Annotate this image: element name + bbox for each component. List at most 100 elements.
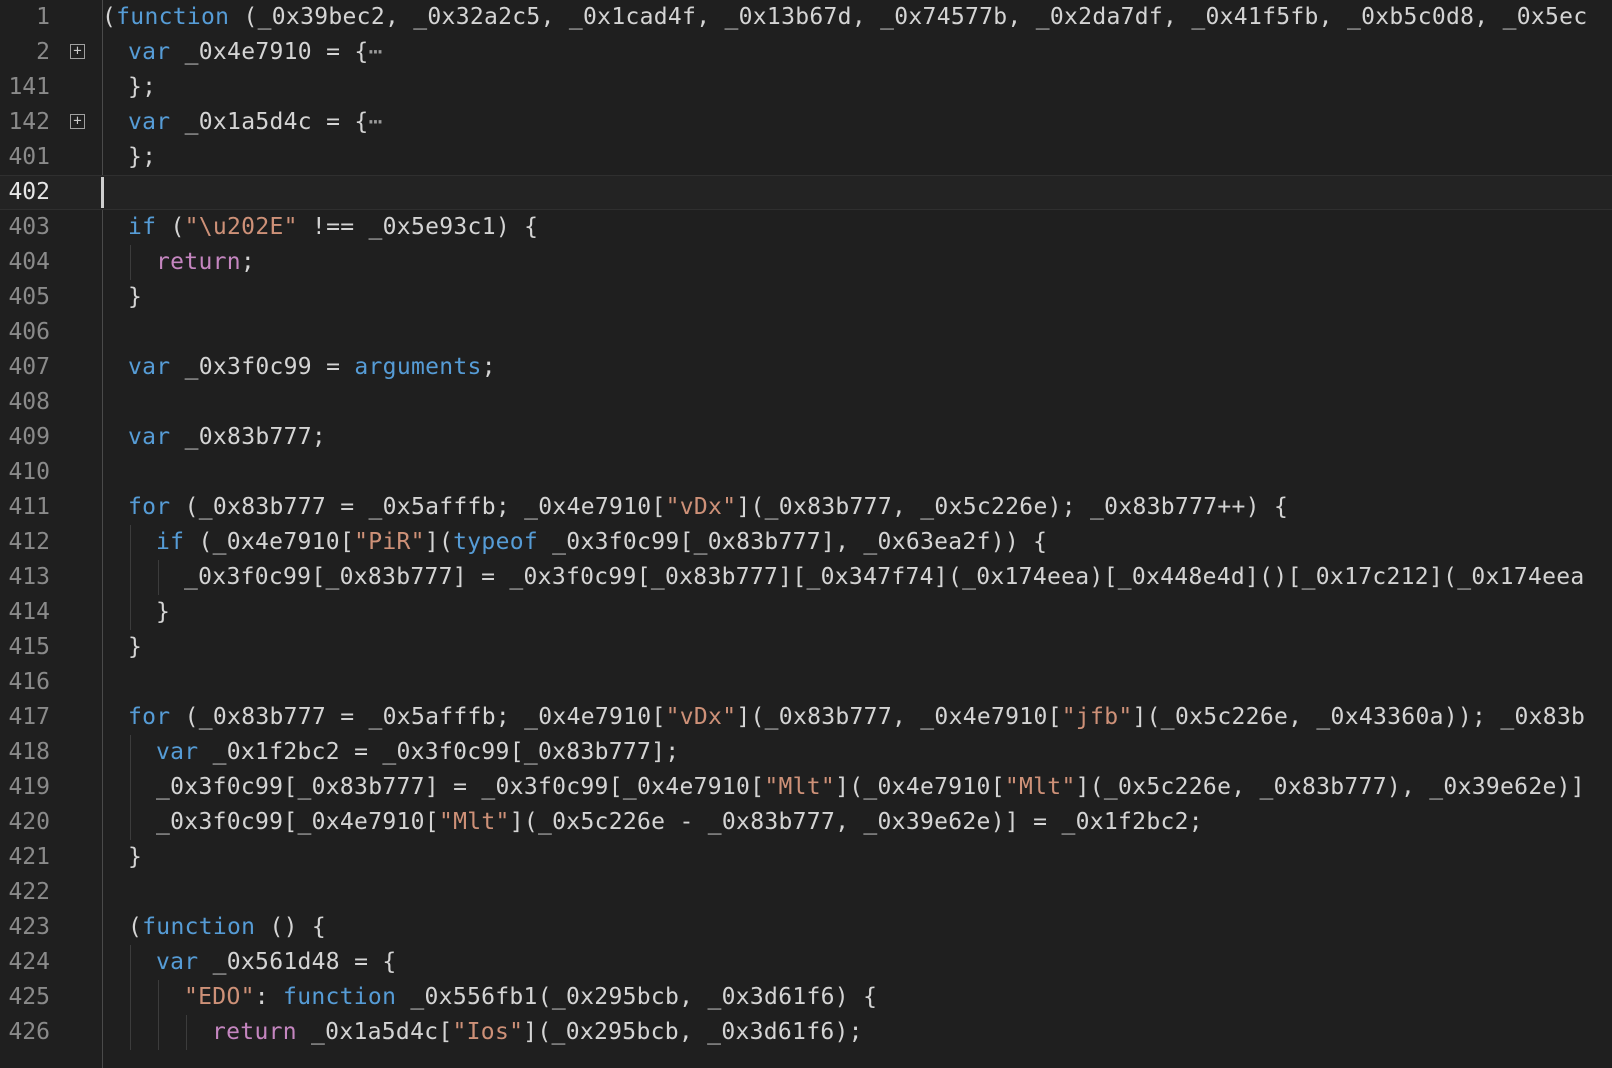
code-token: "PiR" [354,529,425,555]
code-line[interactable]: 422 [0,875,1612,910]
line-number: 2 [36,39,50,65]
code-text[interactable]: return _0x1a5d4c["Ios"](_0x295bcb, _0x3d… [212,1015,863,1050]
code-text[interactable]: if ("\u202E" !== _0x5e93c1) { [128,210,538,245]
code-editor[interactable]: 1 (function (_0x39bec2, _0x32a2c5, _0x1ca… [0,0,1612,1068]
code-line[interactable]: 426 return _0x1a5d4c["Ios"](_0x295bcb, _0… [0,1015,1612,1050]
code-text[interactable]: _0x3f0c99[_0x4e7910["Mlt"](_0x5c226e - _… [156,805,1203,840]
code-token: : [254,984,284,1010]
code-token: return [212,1019,297,1045]
code-token: "vDx" [665,494,737,520]
code-line[interactable]: 420 _0x3f0c99[_0x4e7910["Mlt"](_0x5c226e … [0,805,1612,840]
code-line[interactable]: 421} [0,840,1612,875]
line-number: 401 [8,144,50,170]
code-line[interactable]: 407 var _0x3f0c99 = arguments; [0,350,1612,385]
indent-guide [130,980,131,1015]
code-line[interactable]: 1 (function (_0x39bec2, _0x32a2c5, _0x1ca… [0,0,1612,35]
code-text[interactable]: }; [128,140,156,175]
fold-ellipsis[interactable]: ⋯ [369,39,383,65]
code-token: for [128,704,171,730]
code-text[interactable]: for (_0x83b777 = _0x5afffb; _0x4e7910["v… [128,490,1288,525]
code-line[interactable]: 408 [0,385,1612,420]
code-token: ](_0x83b777, _0x5c226e); _0x83b777++) { [736,494,1289,520]
code-token: ](_0x83b777, _0x4e7910[ [736,704,1062,730]
code-token: }; [128,144,157,170]
code-line[interactable]: 412 if (_0x4e7910["PiR"](typeof _0x3f0c99… [0,525,1612,560]
code-line[interactable]: 425 "EDO": function _0x556fb1(_0x295bcb, … [0,980,1612,1015]
code-text[interactable]: if (_0x4e7910["PiR"](typeof _0x3f0c99[_0… [156,525,1047,560]
code-text[interactable]: }; [128,70,156,105]
line-number: 424 [8,949,50,975]
text-cursor [101,177,104,208]
code-token: "jfb" [1061,704,1133,730]
code-text[interactable]: } [128,280,142,315]
code-token: var [128,354,171,380]
code-text[interactable]: var _0x3f0c99 = arguments; [128,350,496,385]
fold-ellipsis[interactable]: ⋯ [369,109,383,135]
line-number: 406 [8,319,50,345]
code-text[interactable]: for (_0x83b777 = _0x5afffb; _0x4e7910["v… [128,700,1585,735]
code-line[interactable]: 2 + var _0x4e7910 = {⋯ [0,35,1612,70]
code-line[interactable]: 423 (function () { [0,910,1612,945]
line-number: 141 [8,74,50,100]
code-token: () { [255,914,327,940]
code-token: if [128,214,157,240]
code-line[interactable]: 142 + var _0x1a5d4c = {⋯ [0,105,1612,140]
code-line[interactable]: 417 for (_0x83b777 = _0x5afffb; _0x4e7910… [0,700,1612,735]
line-number: 412 [8,529,50,555]
code-token: var [156,739,199,765]
code-line[interactable]: 141}; [0,70,1612,105]
indent-guide [130,945,131,980]
code-token: arguments [354,354,482,380]
indent-guide [130,245,131,280]
code-token: var [128,109,171,135]
code-line[interactable]: 402 [0,175,1612,210]
code-text[interactable]: (function () { [128,910,326,945]
code-text[interactable]: } [128,630,142,665]
plus-square-icon[interactable]: + [70,114,85,129]
code-token: for [128,494,171,520]
indent-guide [158,1015,159,1050]
code-line[interactable]: 410 [0,455,1612,490]
code-text[interactable]: "EDO": function _0x556fb1(_0x295bcb, _0x… [184,980,877,1015]
code-text[interactable]: var _0x561d48 = { [156,945,397,980]
code-line[interactable]: 401}; [0,140,1612,175]
code-line[interactable]: 404 return; [0,245,1612,280]
code-text[interactable]: var _0x4e7910 = {⋯ [128,35,383,70]
code-text[interactable]: _0x3f0c99[_0x83b777] = _0x3f0c99[_0x83b7… [184,560,1585,595]
line-number: 402 [8,179,50,205]
code-line[interactable]: 418 var _0x1f2bc2 = _0x3f0c99[_0x83b777]; [0,735,1612,770]
line-number: 411 [8,494,50,520]
line-number: 420 [8,809,50,835]
code-text[interactable]: _0x3f0c99[_0x83b777] = _0x3f0c99[_0x4e79… [156,770,1585,805]
code-text[interactable]: (function (_0x39bec2, _0x32a2c5, _0x1cad… [102,0,1587,35]
line-number: 415 [8,634,50,660]
code-line[interactable]: 413 _0x3f0c99[_0x83b777] = _0x3f0c99[_0x8… [0,560,1612,595]
code-line[interactable]: 424 var _0x561d48 = { [0,945,1612,980]
plus-square-icon[interactable]: + [70,44,85,59]
line-number: 422 [8,879,50,905]
code-token: typeof [453,529,539,555]
code-line[interactable]: 411 for (_0x83b777 = _0x5afffb; _0x4e7910… [0,490,1612,525]
code-token: ( [156,214,185,240]
code-line[interactable]: 403 if ("\u202E" !== _0x5e93c1) { [0,210,1612,245]
line-number: 417 [8,704,50,730]
code-text[interactable]: var _0x1a5d4c = {⋯ [128,105,383,140]
code-line[interactable]: 416 [0,665,1612,700]
code-token: var [156,949,199,975]
code-line[interactable]: 415} [0,630,1612,665]
code-line[interactable]: 409 var _0x83b777; [0,420,1612,455]
code-token: _0x3f0c99[_0x4e7910[ [156,809,439,835]
code-token: } [156,599,171,625]
code-text[interactable]: var _0x1f2bc2 = _0x3f0c99[_0x83b777]; [156,735,679,770]
code-token: function [283,984,397,1010]
code-text[interactable]: } [156,595,170,630]
code-line[interactable]: 406 [0,315,1612,350]
code-line[interactable]: 419 _0x3f0c99[_0x83b777] = _0x3f0c99[_0x4… [0,770,1612,805]
code-line[interactable]: 414} [0,595,1612,630]
code-text[interactable]: var _0x83b777; [128,420,326,455]
code-token: _0x561d48 = { [198,949,397,975]
code-line[interactable]: 405} [0,280,1612,315]
code-token: _0x4e7910 = { [170,39,369,65]
code-text[interactable]: } [128,840,142,875]
code-text[interactable]: return; [156,245,255,280]
